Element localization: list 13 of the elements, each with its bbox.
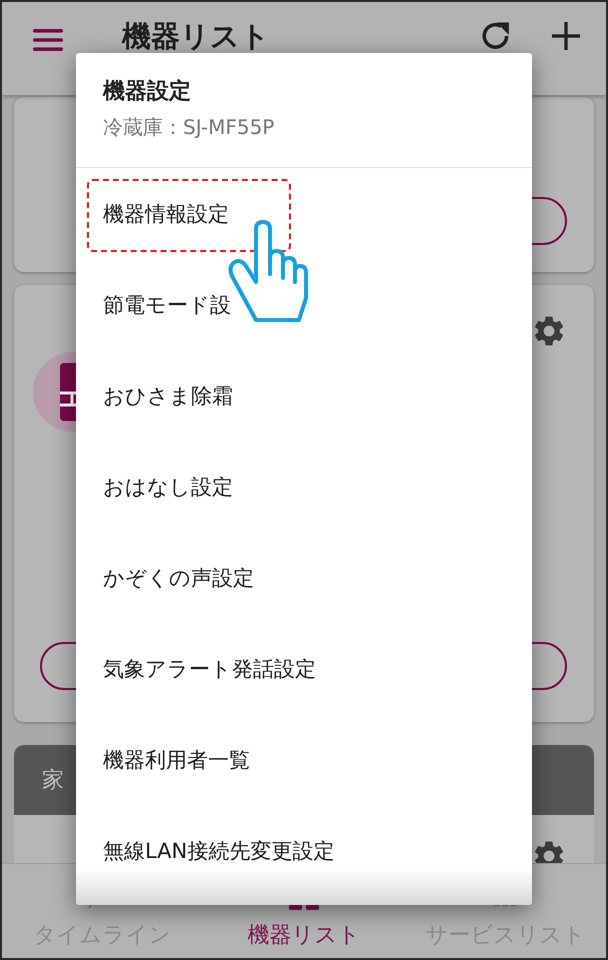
dialog-title: 機器設定 — [103, 78, 192, 106]
menu-item[interactable]: かぞくの声設定 — [76, 532, 532, 623]
dialog-subtitle: 冷蔵庫：SJ-MF55P — [103, 114, 276, 141]
menu-icon — [33, 29, 63, 51]
plus-icon — [552, 22, 580, 50]
add-button[interactable] — [550, 20, 582, 52]
refresh-button[interactable] — [480, 20, 512, 52]
menu-item[interactable]: おひさま除霜 — [76, 350, 532, 441]
menu-item[interactable]: 気象アラート発話設定 — [76, 623, 532, 714]
menu-item[interactable]: おはなし設定 — [76, 441, 532, 532]
menu-item[interactable]: 節電モード設 — [76, 259, 532, 350]
app-title: 機器リスト — [122, 20, 271, 52]
refresh-icon — [482, 22, 510, 50]
